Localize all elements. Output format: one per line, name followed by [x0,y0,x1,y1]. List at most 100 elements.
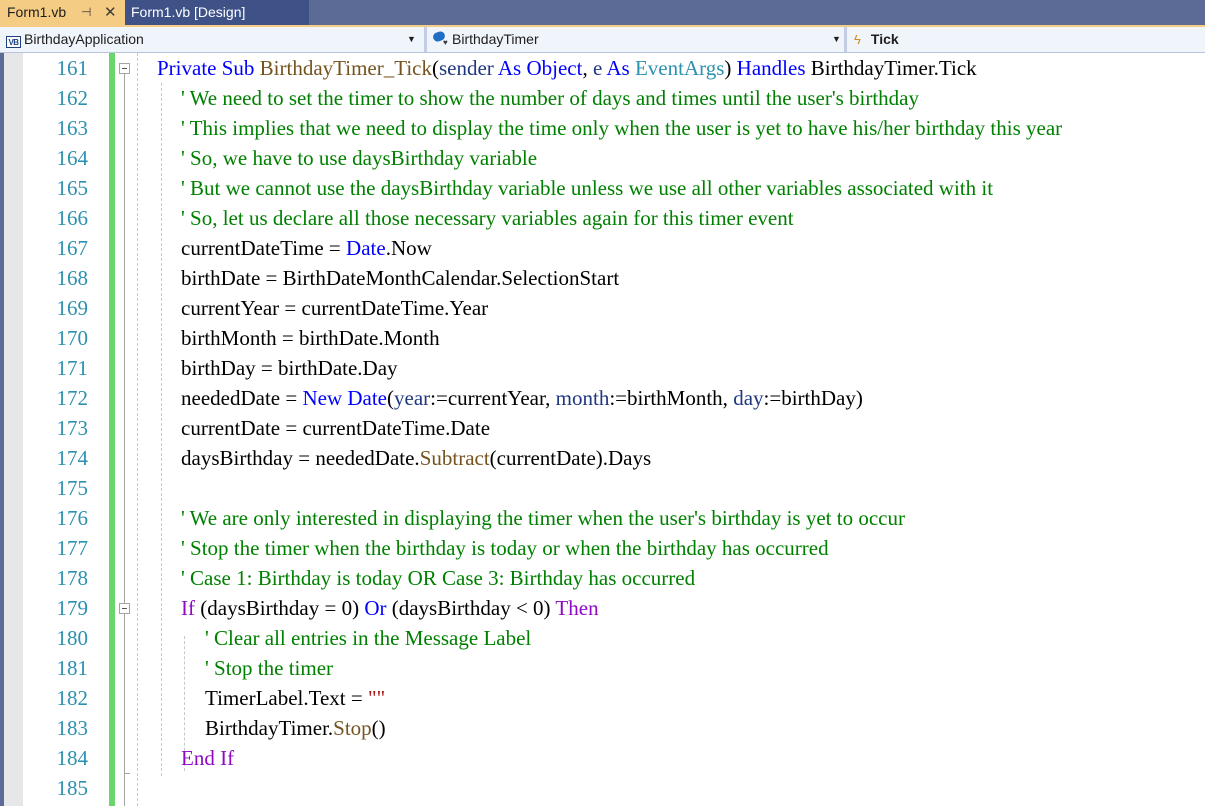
line-number: 185 [56,776,89,800]
line-number: 173 [56,416,89,440]
close-icon[interactable]: ✕ [104,0,117,25]
code-token-ty: EventArgs [634,56,725,80]
code-line[interactable]: ' Clear all entries in the Message Label [205,623,531,653]
code-token-str: "" [368,686,386,710]
pin-icon[interactable]: ⊣ [81,0,91,25]
line-number: 161 [56,56,89,80]
line-number: 177 [56,536,89,560]
code-token-kw: Or [364,596,387,620]
line-number: 184 [56,746,89,770]
tab-form1-design[interactable]: Form1.vb [Design] [125,0,309,25]
code-line[interactable]: TimerLabel.Text = "" [205,683,385,713]
chevron-down-icon[interactable]: ▼ [832,27,841,52]
line-number-gutter: 161 162 163 164 165 166 167 168 169 170 171 172 173 1… [23,53,89,803]
code-token-pm: e [592,56,603,80]
code-token-pm: day [733,386,764,410]
code-line[interactable]: daysBirthday = neededDate.Subtract(curre… [181,443,651,473]
code-token: birthDay = birthDate.Day [181,356,398,380]
event-dropdown-label: Tick [870,31,899,47]
code-line[interactable]: ' We need to set the timer to show the n… [181,83,919,113]
line-number: 174 [56,446,89,470]
code-token: birthDate = BirthDateMonthCalendar.Selec… [181,266,620,290]
code-token-kw: Date [347,386,388,410]
line-number: 170 [56,326,89,350]
code-token: TimerLabel.Text = [205,686,368,710]
code-token-pm: month [555,386,610,410]
collapse-toggle-if[interactable] [119,603,130,614]
code-token: ( [431,56,439,80]
object-dropdown-label: BirthdayTimer [452,31,539,47]
code-line[interactable]: If (daysBirthday = 0) Or (daysBirthday <… [181,593,599,623]
lightning-event-icon: ϟ [854,32,861,47]
code-token: ( [387,386,395,410]
code-line[interactable]: Private Sub BirthdayTimer_Tick(sender As… [157,53,977,83]
code-token: currentDate = currentDateTime.Date [181,416,491,440]
line-number: 166 [56,206,89,230]
code-line[interactable]: ' So, we have to use daysBirthday variab… [181,143,537,173]
code-line[interactable]: ' Case 1: Birthday is today OR Case 3: B… [181,563,695,593]
outlining-end-tick [124,773,130,774]
code-comment: ' This implies that we need to display t… [181,116,1063,140]
code-token: () [371,716,386,740]
code-line[interactable]: currentDate = currentDateTime.Date [181,413,490,443]
code-token-kw: New [302,386,343,410]
line-number: 181 [56,656,89,680]
line-number: 172 [56,386,89,410]
line-number: 167 [56,236,89,260]
code-token: (daysBirthday < 0) [386,596,556,620]
line-number: 180 [56,626,89,650]
code-line[interactable]: currentYear = currentDateTime.Year [181,293,488,323]
code-line[interactable]: birthDay = birthDate.Day [181,353,398,383]
change-tracking-bar [109,53,115,806]
code-token-fn: Stop [333,716,372,740]
code-line[interactable]: ' We are only interested in displaying t… [181,503,905,533]
code-token: currentYear = currentDateTime.Year [181,296,489,320]
code-comment: ' But we cannot use the daysBirthday var… [181,176,994,200]
code-line[interactable]: ' But we cannot use the daysBirthday var… [181,173,993,203]
code-token: , [582,56,593,80]
tab-label: Form1.vb [Design] [131,4,246,20]
line-number: 169 [56,296,89,320]
code-token-fn: BirthdayTimer_Tick [259,56,432,80]
indent-guide [161,83,162,776]
tab-form1-vb[interactable]: Form1.vb ⊣ ✕ [0,0,125,25]
code-line[interactable]: birthMonth = birthDate.Month [181,323,440,353]
code-token-kw: Sub [221,56,255,80]
collapse-toggle-sub[interactable] [119,63,130,74]
code-token: BirthdayTimer.Tick [805,56,977,80]
code-token-pm: sender [438,56,494,80]
code-token-ctl: Then [555,596,599,620]
code-comment: ' So, let us declare all those necessary… [181,206,794,230]
line-number: 183 [56,716,89,740]
code-token-fn: Subtract [419,446,490,470]
code-line[interactable]: ' This implies that we need to display t… [181,113,1062,143]
line-number: 178 [56,566,89,590]
code-line[interactable]: birthDate = BirthDateMonthCalendar.Selec… [181,263,619,293]
document-tab-strip: Form1.vb ⊣ ✕ Form1.vb [Design] [0,0,1205,25]
object-dropdown[interactable]: ♥ BirthdayTimer ▼ [424,27,844,52]
code-line[interactable]: End If [181,743,234,773]
code-comment: ' So, we have to use daysBirthday variab… [181,146,538,170]
code-editor[interactable]: 161 162 163 164 165 166 167 168 169 170 171 172 173 1… [0,53,1205,806]
code-line[interactable]: BirthdayTimer.Stop() [205,713,386,743]
code-comment: ' We need to set the timer to show the n… [181,86,920,110]
chevron-down-icon[interactable]: ▼ [407,27,416,52]
event-dropdown[interactable]: ϟ Tick [844,27,1205,52]
code-token-kw: Date [346,236,386,260]
code-line[interactable]: ' So, let us declare all those necessary… [181,203,794,233]
code-comment: ' Stop the timer [205,656,334,680]
vb-project-icon: VB [6,36,21,48]
code-line[interactable]: ' Stop the timer [205,653,333,683]
code-comment: ' We are only interested in displaying t… [181,506,905,530]
code-comment: ' Stop the timer when the birthday is to… [181,536,829,560]
tab-label: Form1.vb [7,4,67,20]
code-line[interactable]: currentDateTime = Date.Now [181,233,432,263]
code-comment: ' Clear all entries in the Message Label [205,626,532,650]
code-token-kw: Object [526,56,583,80]
code-token-kw: As [606,56,630,80]
code-token: (currentDate).Days [489,446,652,470]
code-line[interactable]: neededDate = New Date(year:=currentYear,… [181,383,863,413]
selection-margin[interactable] [4,53,23,806]
code-line[interactable]: ' Stop the timer when the birthday is to… [181,533,829,563]
project-dropdown[interactable]: VB BirthdayApplication ▼ [0,27,420,52]
